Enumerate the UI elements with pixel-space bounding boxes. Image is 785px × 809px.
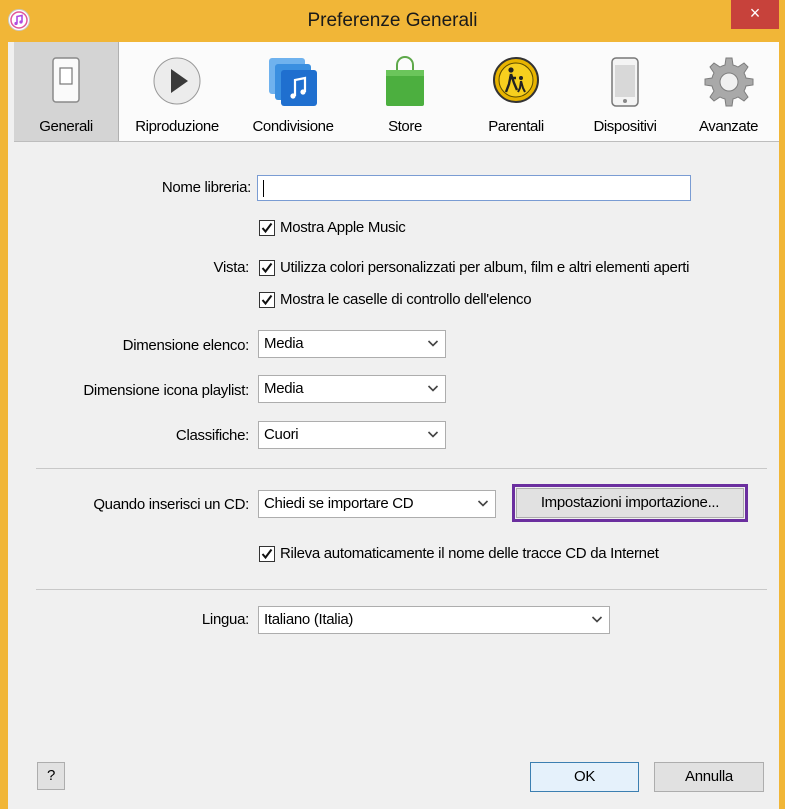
- show-checkboxes-label: Mostra le caselle di controllo dell'elen…: [280, 291, 532, 308]
- auto-track-names-label: Rileva automaticamente il nome delle tra…: [280, 545, 659, 562]
- general-switch-icon: [51, 56, 81, 108]
- title-bar[interactable]: Preferenze Generali ×: [0, 0, 785, 42]
- tab-label: Condivisione: [252, 118, 334, 135]
- language-select[interactable]: Italiano (Italia): [258, 606, 610, 634]
- show-apple-music-checkbox[interactable]: [259, 220, 275, 236]
- ok-button[interactable]: OK: [530, 762, 639, 792]
- library-name-input[interactable]: [257, 175, 691, 201]
- list-size-label: Dimensione elenco:: [122, 337, 250, 354]
- sharing-music-icon: [267, 56, 319, 112]
- tab-label: Generali: [39, 118, 93, 135]
- help-button[interactable]: ?: [37, 762, 65, 790]
- cd-insert-value: Chiedi se importare CD: [264, 495, 414, 512]
- play-icon: [152, 56, 202, 110]
- chevron-down-icon: [477, 496, 489, 514]
- tab-label: Riproduzione: [135, 118, 219, 135]
- tab-parentali[interactable]: Parentali: [460, 42, 572, 141]
- list-size-select[interactable]: Media: [258, 330, 446, 358]
- highlight-box: [512, 484, 748, 522]
- shopping-bag-icon: [384, 56, 426, 112]
- chevron-down-icon: [427, 427, 439, 445]
- tab-riproduzione[interactable]: Riproduzione: [118, 42, 236, 141]
- list-size-value: Media: [264, 335, 304, 352]
- tab-generali[interactable]: Generali: [14, 42, 119, 141]
- text-caret: [263, 180, 264, 197]
- tab-avanzate[interactable]: Avanzate: [678, 42, 779, 141]
- ratings-select[interactable]: Cuori: [258, 421, 446, 449]
- ratings-value: Cuori: [264, 426, 299, 443]
- window-border: [779, 0, 785, 809]
- playlist-icon-size-label: Dimensione icona playlist:: [83, 382, 249, 399]
- tab-store[interactable]: Store: [350, 42, 460, 141]
- chevron-down-icon: [591, 612, 603, 630]
- auto-track-names-checkbox[interactable]: [259, 546, 275, 562]
- playlist-icon-size-select[interactable]: Media: [258, 375, 446, 403]
- tab-label: Dispositivi: [593, 118, 657, 135]
- cd-insert-label: Quando inserisci un CD:: [93, 496, 249, 513]
- tab-condivisione[interactable]: Condivisione: [236, 42, 350, 141]
- ratings-label: Classifiche:: [175, 427, 249, 444]
- cancel-button[interactable]: Annulla: [654, 762, 764, 792]
- phone-icon: [610, 56, 640, 112]
- general-pane: [14, 142, 779, 809]
- tab-dispositivi[interactable]: Dispositivi: [572, 42, 678, 141]
- chevron-down-icon: [427, 381, 439, 399]
- library-name-label: Nome libreria:: [161, 179, 251, 196]
- parental-icon: [492, 56, 540, 108]
- section-divider: [36, 589, 767, 590]
- view-label: Vista:: [213, 259, 250, 276]
- language-value: Italiano (Italia): [264, 611, 354, 628]
- close-button[interactable]: ×: [731, 0, 779, 29]
- custom-colors-checkbox[interactable]: [259, 260, 275, 276]
- tab-label: Avanzate: [698, 118, 759, 135]
- show-checkboxes-checkbox[interactable]: [259, 292, 275, 308]
- tab-label: Parentali: [488, 118, 544, 135]
- tab-label: Store: [388, 118, 422, 135]
- custom-colors-label: Utilizza colori personalizzati per album…: [280, 259, 690, 276]
- chevron-down-icon: [427, 336, 439, 354]
- preferences-toolbar: Generali Riproduzione Condivisione Store…: [14, 42, 779, 142]
- playlist-icon-size-value: Media: [264, 380, 304, 397]
- cd-insert-select[interactable]: Chiedi se importare CD: [258, 490, 496, 518]
- window-title: Preferenze Generali: [307, 10, 478, 31]
- section-divider: [36, 468, 767, 469]
- language-label: Lingua:: [201, 611, 249, 628]
- gear-icon: [703, 56, 755, 112]
- show-apple-music-label: Mostra Apple Music: [280, 219, 406, 236]
